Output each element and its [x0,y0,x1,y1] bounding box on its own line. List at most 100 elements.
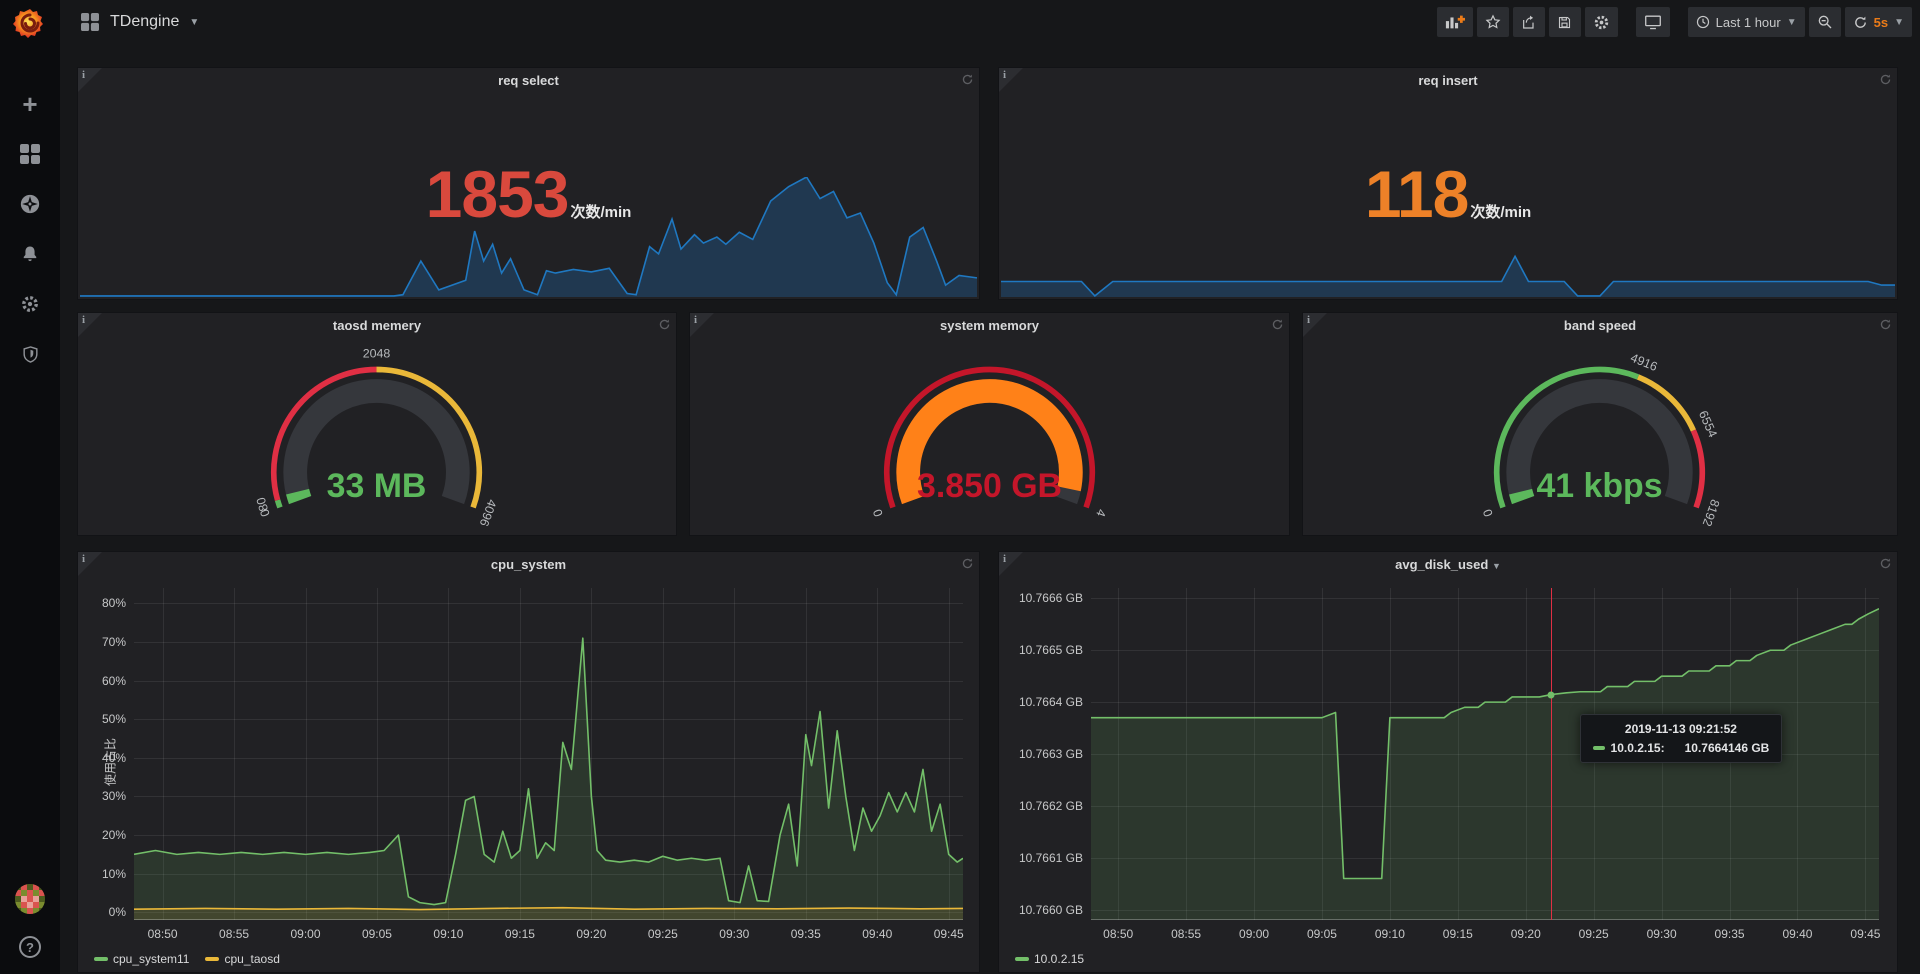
time-range-picker[interactable]: Last 1 hour ▼ [1688,7,1805,37]
help-icon[interactable]: ? [19,936,41,958]
x-tick-label: 09:00 [291,927,321,941]
refresh-interval-label: 5s [1874,15,1888,30]
svg-text:4916: 4916 [1629,351,1660,374]
x-tick-label: 09:00 [1239,927,1269,941]
svg-text:3.850 GB: 3.850 GB [917,467,1062,505]
tooltip-series-value: 10.7664146 GB [1685,741,1770,755]
configuration-gear-icon[interactable] [18,292,42,316]
panel-info-corner[interactable]: i [78,552,102,576]
x-tick-label: 08:55 [1171,927,1201,941]
legend-series-label: 10.0.2.15 [1034,952,1084,966]
bar-chart-add-icon [1445,14,1465,30]
tooltip-series-label: 10.0.2.15: [1611,741,1665,755]
panel-title[interactable]: system memory [690,318,1289,333]
gear-icon [1593,14,1610,31]
user-avatar[interactable] [15,884,45,914]
y-tick-label: 30% [102,789,126,803]
x-tick-label: 09:40 [862,927,892,941]
legend-item[interactable]: cpu_system11 [94,952,189,966]
y-tick-label: 10.7665 GB [1019,643,1083,657]
save-button[interactable] [1549,7,1581,37]
zoom-out-button[interactable] [1809,7,1841,37]
panel-info-corner[interactable]: i [999,552,1023,576]
x-tick-label: 09:45 [934,927,964,941]
svg-text:8192: 8192 [1700,497,1723,528]
star-button[interactable] [1477,7,1509,37]
x-tick-label: 09:35 [791,927,821,941]
x-tick-label: 09:35 [1715,927,1745,941]
y-tick-label: 20% [102,828,126,842]
panel-loading-icon [961,73,974,86]
svg-text:4: 4 [1093,507,1109,518]
x-tick-label: 09:15 [1443,927,1473,941]
panel-info-corner[interactable]: i [1303,313,1327,337]
panel-title[interactable]: cpu_system [78,557,979,572]
legend-series-label: cpu_system11 [113,952,189,966]
svg-text:6554: 6554 [1696,409,1720,440]
dashboard-settings-button[interactable] [1585,7,1618,37]
panel-info-corner[interactable]: i [690,313,714,337]
admin-shield-icon[interactable] [18,342,42,366]
sidebar: + ? [0,0,60,974]
legend-series-dash [94,957,108,961]
x-tick-label: 09:30 [1647,927,1677,941]
x-tick-label: 09:40 [1782,927,1812,941]
y-axis-title: 使用占比 [102,738,119,786]
panel-title[interactable]: band speed [1303,318,1897,333]
share-button[interactable] [1513,7,1545,37]
panel-info-corner[interactable]: i [78,68,102,92]
y-tick-label: 50% [102,712,126,726]
x-tick-label: 08:55 [219,927,249,941]
panel-req-insert: i req insert 118 次数/min [998,67,1898,300]
x-tick-label: 09:25 [648,927,678,941]
panel-cpu-system: i cpu_system 使用占比 0%10%20%30%40%50%60%70… [77,551,980,973]
panel-band-speed: i band speed 0 4916 6554 8192 41 kbps [1302,312,1898,536]
svg-text:0: 0 [1481,507,1497,518]
chevron-down-icon: ▼ [1787,17,1797,28]
panel-info-corner[interactable]: i [78,313,102,337]
alerting-bell-icon[interactable] [18,242,42,266]
panel-menu-caret-icon: ▼ [1492,561,1501,571]
clock-icon [1696,15,1710,29]
x-tick-label: 09:20 [576,927,606,941]
explore-compass-icon[interactable] [18,192,42,216]
y-tick-label: 10.7662 GB [1019,799,1083,813]
y-tick-label: 80% [102,596,126,610]
panel-avg-disk-used: i avg_disk_used ▼ 2019-11-13 09:21:52 10… [998,551,1898,973]
req-insert-value: 118 [1365,156,1468,232]
refresh-button[interactable]: 5s ▼ [1845,7,1912,37]
dashboard-grid: i req select 1853 次数/min i req insert 11… [60,44,1920,974]
y-tick-label: 0% [109,905,126,919]
avg-disk-used-plot[interactable]: 2019-11-13 09:21:52 10.0.2.15: 10.766414… [1091,588,1879,920]
legend-item[interactable]: 10.0.2.15 [1015,952,1084,966]
panel-title[interactable]: req select [78,73,979,88]
cpu-system-plot[interactable]: 0%10%20%30%40%50%60%70%80%08:5008:5509:0… [134,588,963,920]
dashboards-icon[interactable] [18,142,42,166]
taosd-memory-gauge: 0802048409633 MB [78,339,676,531]
chevron-down-icon: ▼ [1894,17,1904,28]
panel-loading-icon [1271,318,1284,331]
svg-text:41 kbps: 41 kbps [1537,467,1663,505]
zoom-out-icon [1817,14,1833,30]
panel-title[interactable]: taosd memery [78,318,676,333]
legend-item[interactable]: cpu_taosd [205,952,279,966]
y-tick-label: 10.7661 GB [1019,851,1083,865]
add-panel-button[interactable] [1437,7,1473,37]
panel-req-select: i req select 1853 次数/min [77,67,980,300]
dashboard-title-button[interactable]: TDengine ▼ [80,12,199,32]
tv-mode-button[interactable] [1636,7,1670,37]
panel-loading-icon [1879,318,1892,331]
navbar: TDengine ▼ Last 1 hour ▼ [60,0,1920,44]
x-tick-label: 09:15 [505,927,535,941]
grafana-logo[interactable] [8,2,52,46]
panel-title[interactable]: avg_disk_used ▼ [999,557,1897,572]
req-select-unit: 次数/min [570,201,631,222]
panel-title[interactable]: req insert [999,73,1897,88]
page-title: TDengine [110,13,179,31]
create-icon[interactable]: + [18,92,42,116]
panel-taosd-memory: i taosd memery 0802048409633 MB [77,312,677,536]
svg-text:4096: 4096 [477,497,500,528]
panel-info-corner[interactable]: i [999,68,1023,92]
req-select-value: 1853 [426,156,569,232]
x-tick-label: 08:50 [148,927,178,941]
